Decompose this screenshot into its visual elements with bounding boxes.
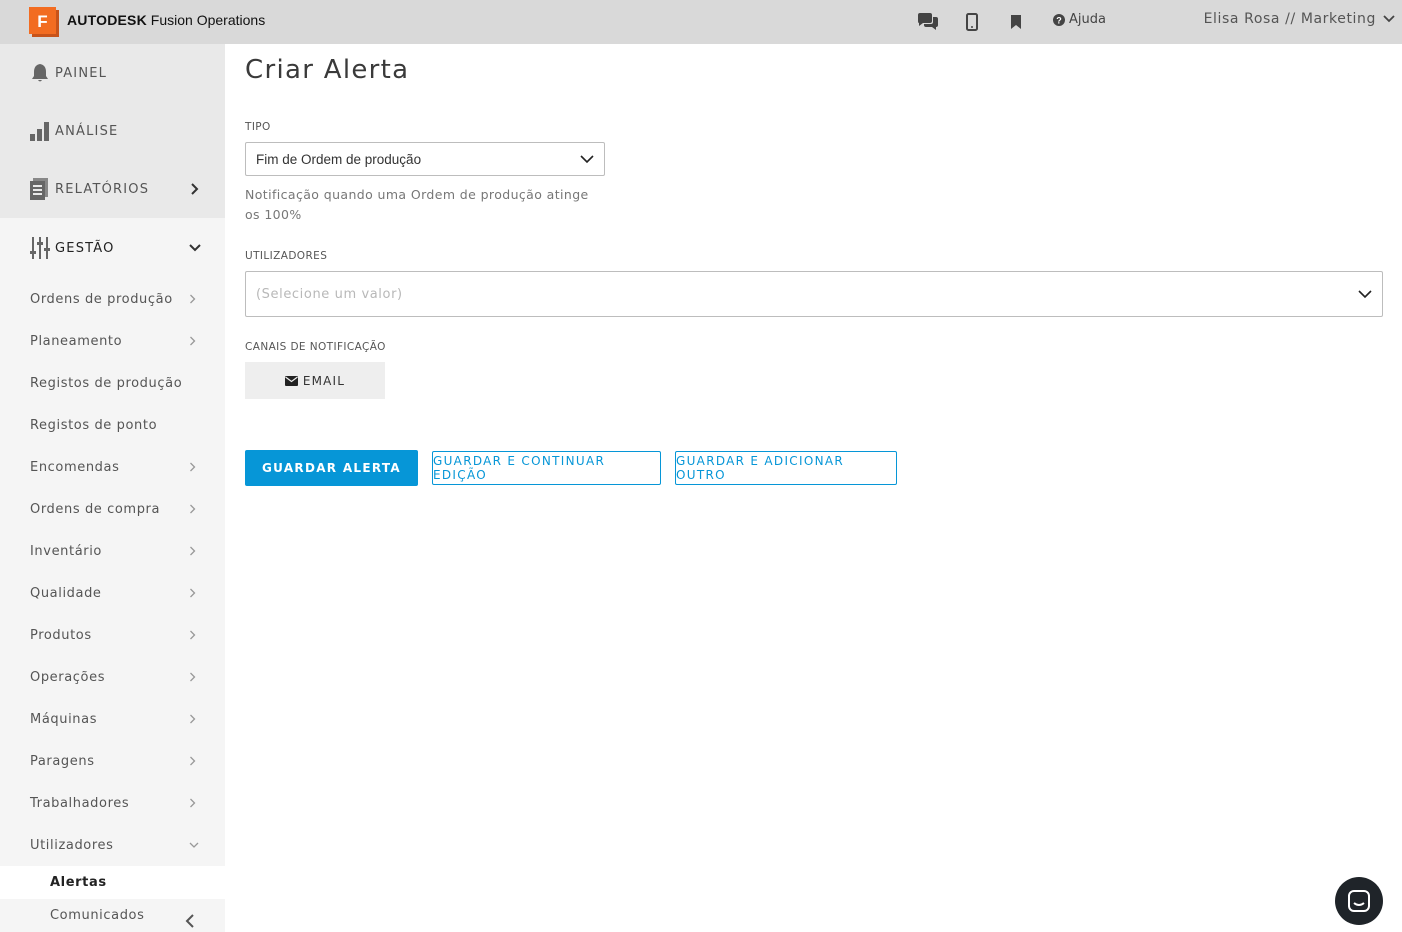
sub-label: Operações	[30, 669, 106, 685]
bookmark-icon[interactable]	[1004, 10, 1028, 34]
sidebar-item-registos-producao[interactable]: Registos de produção	[0, 362, 225, 404]
sub-label: Registos de ponto	[30, 417, 158, 433]
sub-label: Produtos	[30, 627, 92, 643]
page-title: Criar Alerta	[245, 55, 410, 85]
sub-label: Paragens	[30, 753, 95, 769]
sub-label: Qualidade	[30, 585, 102, 601]
chevron-right-icon	[190, 504, 196, 514]
tipo-label: TIPO	[245, 121, 271, 133]
chevron-right-icon	[190, 798, 196, 808]
sidebar: PAINEL ANÁLISE RELATÓRIOS GESTÃO Ordens …	[0, 44, 225, 932]
nav-painel[interactable]: PAINEL	[0, 44, 225, 102]
sub-label: Utilizadores	[30, 837, 114, 853]
sidebar-item-utilizadores[interactable]: Utilizadores	[0, 824, 225, 866]
help-label: Ajuda	[1069, 12, 1106, 27]
chevron-right-icon	[190, 588, 196, 598]
sidebar-item-inventario[interactable]: Inventário	[0, 530, 225, 572]
sidebar-item-ordens-compra[interactable]: Ordens de compra	[0, 488, 225, 530]
brand-name: AUTODESK Fusion Operations	[67, 12, 265, 28]
sidebar-item-produtos[interactable]: Produtos	[0, 614, 225, 656]
top-bar: F AUTODESK Fusion Operations ? Ajuda Eli…	[0, 0, 1402, 44]
chat-bubble-icon	[1348, 890, 1370, 912]
chevron-right-icon	[191, 183, 199, 195]
user-label: Elisa Rosa // Marketing	[1203, 11, 1376, 27]
chat-icon[interactable]	[916, 10, 940, 34]
nav-label: GESTÃO	[55, 240, 115, 256]
main-nav: PAINEL ANÁLISE RELATÓRIOS	[0, 44, 225, 218]
chevron-right-icon	[190, 336, 196, 346]
sub-label: Trabalhadores	[30, 795, 130, 811]
brand-rest: Fusion Operations	[146, 12, 266, 28]
sidebar-item-ordens-producao[interactable]: Ordens de produção	[0, 278, 225, 320]
tipo-help-text: Notificação quando uma Ordem de produção…	[245, 187, 589, 222]
sub-label: Registos de produção	[30, 375, 183, 391]
nav-label: ANÁLISE	[55, 123, 119, 139]
chevron-down-icon	[580, 155, 594, 164]
sidebar-item-qualidade[interactable]: Qualidade	[0, 572, 225, 614]
sub-label: Planeamento	[30, 333, 123, 349]
users-label: UTILIZADORES	[245, 250, 328, 262]
nav-analise[interactable]: ANÁLISE	[0, 102, 225, 160]
gestao-submenu: Ordens de produção Planeamento Registos …	[0, 278, 225, 866]
sub-label: Inventário	[30, 543, 102, 559]
nav-relatorios[interactable]: RELATÓRIOS	[0, 160, 225, 218]
chevron-right-icon	[190, 714, 196, 724]
sidebar-item-encomendas[interactable]: Encomendas	[0, 446, 225, 488]
channels-label: CANAIS DE NOTIFICAÇÃO	[245, 341, 386, 353]
email-label: EMAIL	[302, 373, 346, 388]
chevron-down-icon	[1358, 290, 1372, 299]
question-circle-icon: ?	[1053, 13, 1065, 26]
sidebar-item-operacoes[interactable]: Operações	[0, 656, 225, 698]
tipo-select[interactable]: Fim de Ordem de produção	[245, 142, 605, 176]
sidebar-item-maquinas[interactable]: Máquinas	[0, 698, 225, 740]
collapse-sidebar-icon[interactable]	[184, 914, 196, 928]
bell-icon	[30, 62, 50, 84]
sub-label: Encomendas	[30, 459, 120, 475]
nav-gestao[interactable]: GESTÃO	[0, 218, 225, 278]
envelope-icon	[284, 375, 298, 386]
chevron-right-icon	[190, 462, 196, 472]
bar-chart-icon	[30, 120, 50, 142]
help-link[interactable]: ? Ajuda	[1053, 12, 1106, 27]
users-placeholder: (Selecione um valor)	[256, 286, 403, 302]
support-chat-button[interactable]	[1335, 877, 1383, 925]
sub-label: Ordens de produção	[30, 291, 173, 307]
chevron-down-icon	[189, 842, 199, 848]
sub-label: Máquinas	[30, 711, 98, 727]
mobile-icon[interactable]	[960, 10, 984, 34]
sidebar-item-alertas[interactable]: Alertas	[0, 866, 225, 899]
nav-label: PAINEL	[55, 65, 108, 81]
user-menu[interactable]: Elisa Rosa // Marketing	[1204, 11, 1396, 27]
save-add-another-button[interactable]: GUARDAR E ADICIONAR OUTRO	[675, 451, 897, 485]
chevron-down-icon	[1383, 15, 1395, 23]
sidebar-item-planeamento[interactable]: Planeamento	[0, 320, 225, 362]
sliders-icon	[30, 237, 50, 259]
tipo-value: Fim de Ordem de produção	[256, 151, 422, 167]
chevron-right-icon	[190, 756, 196, 766]
chevron-down-icon	[189, 244, 201, 252]
nav-label: RELATÓRIOS	[55, 181, 150, 197]
save-continue-button[interactable]: GUARDAR E CONTINUAR EDIÇÃO	[432, 451, 661, 485]
sidebar-item-paragens[interactable]: Paragens	[0, 740, 225, 782]
app-logo-icon[interactable]: F	[29, 7, 59, 37]
report-icon	[30, 178, 50, 200]
chevron-right-icon	[190, 630, 196, 640]
save-alert-button[interactable]: GUARDAR ALERTA	[245, 450, 418, 486]
brand-bold: AUTODESK	[67, 12, 147, 28]
chevron-right-icon	[190, 672, 196, 682]
svg-text:F: F	[37, 12, 47, 31]
chevron-right-icon	[190, 294, 196, 304]
email-channel-toggle[interactable]: EMAIL	[245, 362, 385, 399]
sub-label: Ordens de compra	[30, 501, 161, 517]
sidebar-item-registos-ponto[interactable]: Registos de ponto	[0, 404, 225, 446]
users-select[interactable]: (Selecione um valor)	[245, 271, 1383, 317]
chevron-right-icon	[190, 546, 196, 556]
svg-text:?: ?	[1056, 15, 1062, 25]
sidebar-item-trabalhadores[interactable]: Trabalhadores	[0, 782, 225, 824]
